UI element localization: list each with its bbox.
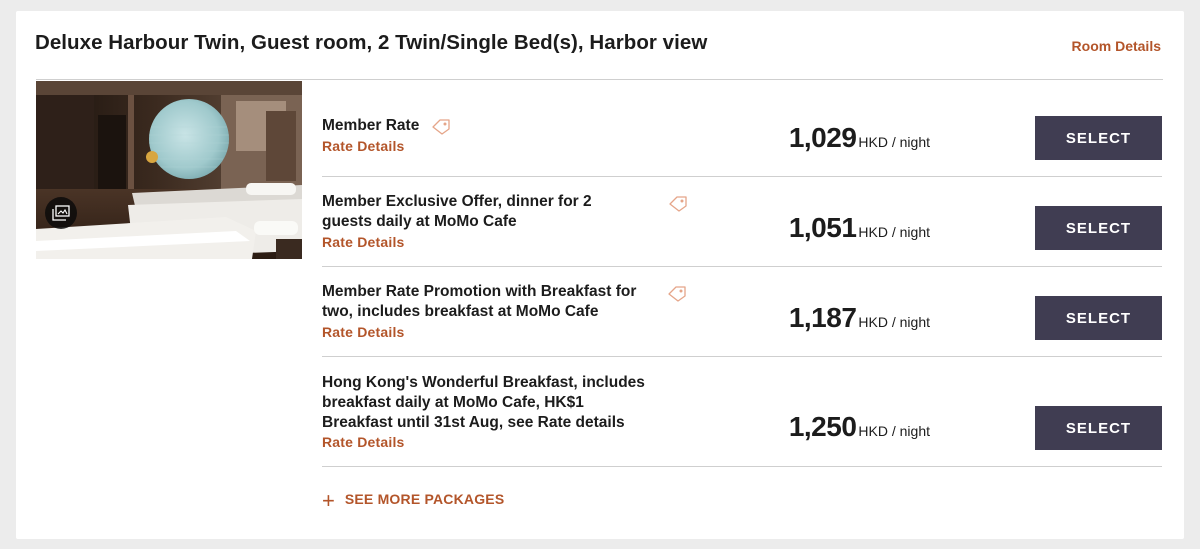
price-unit: HKD / night: [858, 224, 930, 240]
member-tag-icon: [669, 196, 687, 212]
member-tag-icon: [432, 119, 450, 135]
select-button[interactable]: SELECT: [1035, 116, 1162, 160]
rate-name-line: Member Exclusive Offer, dinner for 2: [322, 193, 592, 210]
rate-row: Hong Kong's Wonderful Breakfast, include…: [322, 357, 1162, 467]
rate-price: 1,187 HKD / night: [789, 302, 930, 334]
photo-gallery-icon: [52, 205, 70, 221]
rate-details-link[interactable]: Rate Details: [322, 137, 405, 155]
rate-name: Member Rate: [322, 116, 419, 136]
photo-gallery-button[interactable]: [45, 197, 77, 229]
rate-name: Hong Kong's Wonderful Breakfast, include…: [322, 373, 645, 433]
price-unit: HKD / night: [858, 423, 930, 439]
rate-name: Member Rate Promotion with Breakfast for…: [322, 282, 636, 322]
room-details-link[interactable]: Room Details: [1072, 38, 1161, 54]
rate-name-line: Breakfast until 31st Aug, see Rate detai…: [322, 414, 625, 431]
rate-row: Member Exclusive Offer, dinner for 2 gue…: [322, 177, 1162, 267]
rate-name: Member Exclusive Offer, dinner for 2 gue…: [322, 192, 592, 232]
rate-name-line: breakfast daily at MoMo Cafe, HK$1: [322, 394, 584, 411]
see-more-packages-link[interactable]: + SEE MORE PACKAGES: [322, 487, 505, 513]
see-more-label: SEE MORE PACKAGES: [344, 491, 505, 507]
price-amount: 1,250: [788, 411, 857, 442]
rate-row: Member Rate Promotion with Breakfast for…: [322, 267, 1162, 357]
price-amount: 1,187: [788, 302, 857, 333]
rate-details-link[interactable]: Rate Details: [322, 233, 405, 251]
rate-name-line: Member Rate: [322, 117, 420, 134]
rate-price: 1,250 HKD / night: [789, 411, 930, 443]
room-card: Deluxe Harbour Twin, Guest room, 2 Twin/…: [16, 11, 1184, 539]
price-amount: 1,051: [788, 212, 857, 243]
room-photo[interactable]: [36, 81, 302, 259]
rate-name-line: two, includes breakfast at MoMo Cafe: [322, 303, 599, 320]
plus-icon: +: [322, 488, 335, 513]
price-unit: HKD / night: [858, 134, 930, 150]
select-button[interactable]: SELECT: [1035, 206, 1162, 250]
select-button[interactable]: SELECT: [1035, 406, 1162, 450]
rate-details-link[interactable]: Rate Details: [322, 433, 405, 451]
rate-price: 1,051 HKD / night: [789, 212, 930, 244]
member-tag-icon: [668, 286, 686, 302]
rate-details-link[interactable]: Rate Details: [322, 323, 405, 341]
rate-name-line: Member Rate Promotion with Breakfast for: [322, 283, 637, 300]
rate-price: 1,029 HKD / night: [789, 122, 930, 154]
price-amount: 1,029: [788, 122, 857, 153]
header-divider: [36, 79, 1163, 80]
rate-list: Member Rate Rate Details 1,029 HKD / nig…: [322, 81, 1162, 467]
select-button[interactable]: SELECT: [1035, 296, 1162, 340]
rate-row: Member Rate Rate Details 1,029 HKD / nig…: [322, 81, 1162, 177]
rate-name-line: Hong Kong's Wonderful Breakfast, include…: [322, 374, 645, 391]
price-unit: HKD / night: [858, 314, 930, 330]
rate-name-line: guests daily at MoMo Cafe: [322, 213, 517, 230]
room-photo-image: [36, 81, 302, 259]
room-title: Deluxe Harbour Twin, Guest room, 2 Twin/…: [35, 31, 708, 54]
